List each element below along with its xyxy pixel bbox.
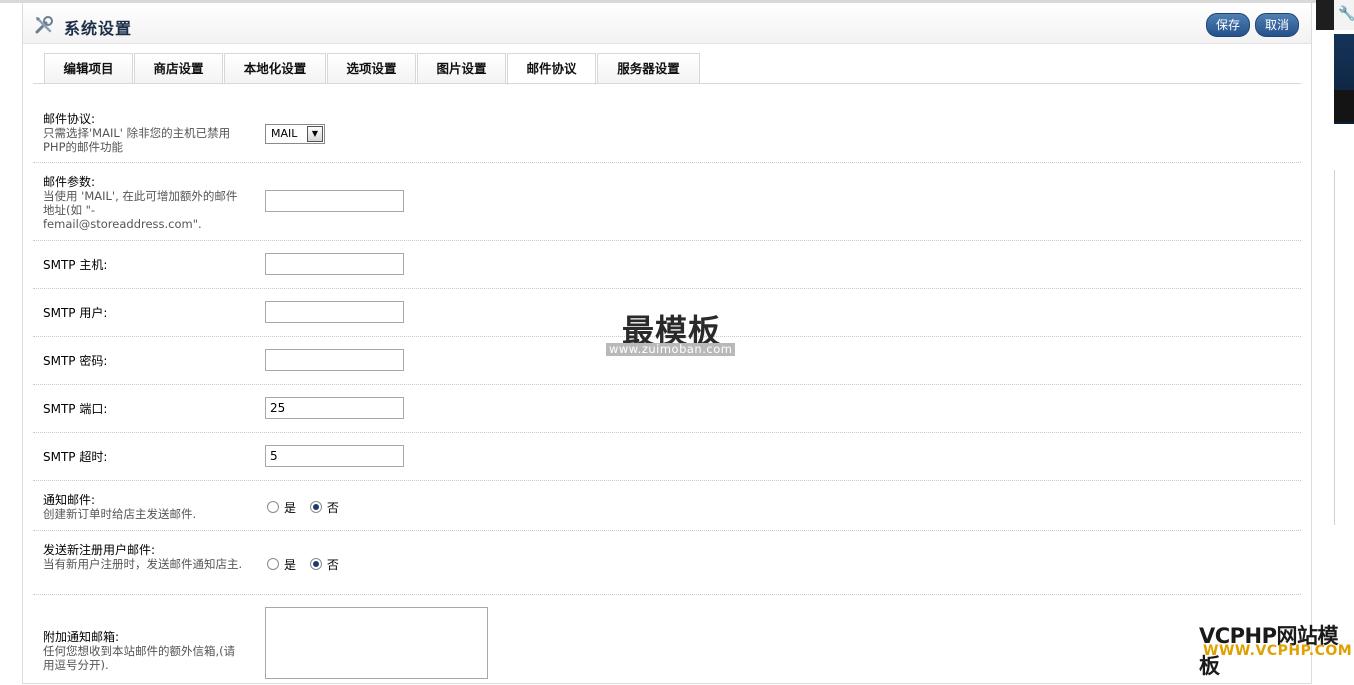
tools-icon (35, 16, 53, 34)
alert-mail-label: 通知邮件: (43, 493, 96, 507)
alert-emails-label: 附加通知邮箱: (43, 630, 120, 644)
form-row-smtp-timeout: SMTP 超时: 5 (33, 433, 1301, 481)
alert-mail-yes-label[interactable]: 是 (284, 501, 296, 515)
chevron-down-icon[interactable]: ▼ (307, 126, 323, 142)
mail-parameter-label-group: 邮件参数: 当使用 'MAIL', 在此可增加额外的邮件地址(如 "-femai… (43, 175, 243, 231)
adjacent-dark-bar (1334, 90, 1354, 122)
smtp-password-label: SMTP 密码: (43, 354, 108, 368)
tab-options[interactable]: 选项设置 (327, 53, 416, 84)
adjacent-window-edge: 🔧 (1316, 0, 1354, 667)
smtp-host-input[interactable] (265, 253, 404, 275)
mail-parameter-label: 邮件参数: (43, 175, 96, 189)
tab-images[interactable]: 图片设置 (417, 53, 506, 84)
smtp-port-label: SMTP 端口: (43, 402, 108, 416)
alert-mail-label-group: 通知邮件: 创建新订单时给店主发送邮件. (43, 493, 243, 521)
cancel-button[interactable]: 取消 (1255, 13, 1300, 37)
account-mail-radio-group: 是 否 (267, 558, 349, 572)
smtp-user-label: SMTP 用户: (43, 306, 108, 320)
save-button[interactable]: 保存 (1206, 13, 1251, 37)
form-row-alert-mail: 通知邮件: 创建新订单时给店主发送邮件. 是 否 (33, 481, 1301, 531)
wrench-icon: 🔧 (1338, 6, 1354, 22)
smtp-host-label: SMTP 主机: (43, 258, 108, 272)
smtp-password-input[interactable] (265, 349, 404, 371)
form-row-mail-protocol: 邮件协议: 只需选择'MAIL' 除非您的主机已禁用PHP的邮件功能 MAIL … (33, 99, 1301, 163)
alert-mail-yes-radio[interactable] (267, 501, 279, 513)
mail-protocol-help: 只需选择'MAIL' 除非您的主机已禁用PHP的邮件功能 (43, 126, 231, 154)
form-row-smtp-host: SMTP 主机: (33, 241, 1301, 289)
mail-parameter-help: 当使用 'MAIL', 在此可增加额外的邮件地址(如 "-femail@stor… (43, 189, 238, 231)
alert-emails-textarea[interactable] (265, 607, 488, 679)
mail-parameter-input[interactable] (265, 190, 404, 212)
tab-mail[interactable]: 邮件协议 (507, 53, 596, 85)
mail-protocol-label: 邮件协议: (43, 112, 96, 126)
form-row-mail-parameter: 邮件参数: 当使用 'MAIL', 在此可增加额外的邮件地址(如 "-femai… (33, 163, 1301, 241)
smtp-timeout-input[interactable]: 5 (265, 445, 404, 467)
alert-mail-help: 创建新订单时给店主发送邮件. (43, 507, 197, 521)
smtp-user-input[interactable] (265, 301, 404, 323)
alert-mail-no-label[interactable]: 否 (327, 501, 339, 515)
account-mail-label-group: 发送新注册用户邮件: 当有新用户注册时，发送邮件通知店主. (43, 543, 243, 571)
tab-store-settings[interactable]: 商店设置 (134, 53, 223, 84)
watermark-url: www.zuimoban.com (606, 343, 736, 356)
form-row-smtp-port: SMTP 端口: 25 (33, 385, 1301, 433)
smtp-timeout-label: SMTP 超时: (43, 450, 108, 464)
form-row-alert-emails: 附加通知邮箱: 任何您想收到本站邮件的额外信箱,(请用逗号分开). (33, 595, 1301, 685)
tab-underline (33, 83, 1301, 84)
alert-mail-radio-group: 是 否 (267, 501, 349, 515)
account-mail-yes-radio[interactable] (267, 558, 279, 570)
mail-protocol-label-group: 邮件协议: 只需选择'MAIL' 除非您的主机已禁用PHP的邮件功能 (43, 112, 243, 154)
alert-emails-label-group: 附加通知邮箱: 任何您想收到本站邮件的额外信箱,(请用逗号分开). (43, 630, 243, 672)
alert-emails-help: 任何您想收到本站邮件的额外信箱,(请用逗号分开). (43, 644, 236, 672)
tab-server[interactable]: 服务器设置 (597, 53, 700, 84)
mail-protocol-select[interactable]: MAIL ▼ (265, 124, 325, 144)
tab-edit-item[interactable]: 编辑项目 (44, 53, 133, 84)
account-mail-help: 当有新用户注册时，发送邮件通知店主. (43, 557, 243, 571)
adjacent-divider (1334, 170, 1335, 525)
tab-localization[interactable]: 本地化设置 (224, 53, 326, 84)
panel-header: 系统设置 保存 取消 (23, 3, 1311, 44)
adjacent-toolbar: 🔧 (1316, 0, 1354, 30)
form-row-account-mail: 发送新注册用户邮件: 当有新用户注册时，发送邮件通知店主. 是 否 (33, 531, 1301, 595)
account-mail-no-label[interactable]: 否 (327, 558, 339, 572)
brand-url: WWW.VCPHP.COM (1203, 643, 1353, 659)
account-mail-label: 发送新注册用户邮件: (43, 543, 156, 557)
smtp-port-input[interactable]: 25 (265, 397, 404, 419)
account-mail-yes-label[interactable]: 是 (284, 558, 296, 572)
alert-mail-no-radio[interactable] (309, 501, 322, 513)
mail-protocol-value: MAIL (271, 127, 298, 140)
account-mail-no-radio[interactable] (309, 558, 322, 570)
page-title: 系统设置 (64, 19, 133, 38)
adjacent-dark-block (1316, 0, 1334, 30)
